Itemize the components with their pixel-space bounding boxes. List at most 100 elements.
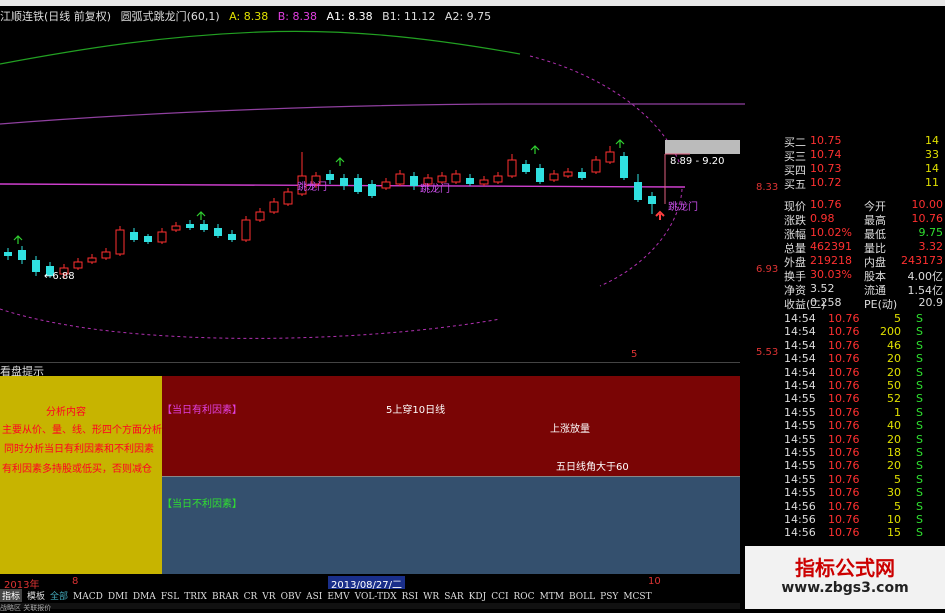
indicator-tab[interactable]: RSI [402, 592, 419, 602]
favorable-header: 【当日有利因素】 [162, 405, 242, 416]
indicator-tab[interactable]: CCI [491, 592, 508, 602]
quote-cell: 9.75 [918, 226, 944, 239]
quote-cell: 10.76 [828, 432, 860, 446]
quote-cell: S [916, 325, 923, 339]
candle-body [563, 171, 573, 177]
quote-cell: S [916, 432, 923, 446]
quote-cell: 14:56 [784, 526, 816, 540]
candle-body [395, 173, 405, 185]
candle-body [186, 224, 194, 228]
indicator-tab[interactable]: TRIX [184, 592, 207, 602]
quote-cell: 10.72 [810, 176, 842, 189]
tick-row: 14:56 10.76 15 S [780, 526, 945, 539]
up-arrow-icon [335, 157, 345, 166]
arc-bottom [0, 308, 501, 339]
quote-cell: 20 [887, 432, 901, 446]
quote-cell: 20 [887, 352, 901, 366]
indicator-tab[interactable]: 指标 [0, 589, 23, 602]
indicator-tab[interactable]: WR [423, 592, 439, 602]
indicator-tab[interactable]: CR [244, 592, 258, 602]
quote-cell: 10.76 [828, 419, 860, 433]
indicator-tab[interactable]: ASI [306, 592, 322, 602]
indicator-tab[interactable]: BOLL [569, 592, 595, 602]
quote-panel: 买二 10.75 14 买三 10.74 33 买四 10.73 14 买五 10.72 11 现价 10… [780, 134, 945, 556]
watermark: 指标公式网 www.zbgs3.com [745, 546, 945, 609]
quote-cell: S [916, 405, 923, 419]
candlestick-chart[interactable] [0, 24, 745, 362]
quote-cell: 14:56 [784, 499, 816, 513]
quote-cell: S [916, 338, 923, 352]
chart-header: 江顺连铁(日线 前复权) 圆弧式跳龙门(60,1) A: 8.38 B: 8.3… [0, 8, 740, 24]
tick-row: 14:55 10.76 18 S [780, 446, 945, 459]
tick-row: 14:54 10.76 50 S [780, 379, 945, 392]
arc-right [599, 188, 683, 287]
quote-cell: 14:54 [784, 365, 816, 379]
indicator-tab[interactable]: MCST [623, 592, 651, 602]
indicator-tab[interactable]: VR [262, 592, 275, 602]
quote-cell: S [916, 459, 923, 473]
candle-body [620, 156, 628, 178]
quote-cell: 10.76 [828, 499, 860, 513]
candle-body [255, 211, 265, 221]
up-arrow-icon [196, 211, 206, 220]
indicator-tab[interactable]: DMI [108, 592, 128, 602]
candle-body [549, 173, 559, 181]
indicator-tab[interactable]: MACD [73, 592, 103, 602]
candle-body [381, 181, 391, 189]
quote-cell: 52 [887, 392, 901, 406]
indicator-tab[interactable]: BRAR [212, 592, 239, 602]
candle-body [157, 231, 167, 243]
indicator-tab[interactable]: OBV [281, 592, 302, 602]
quote-cell: 15 [887, 526, 901, 540]
value-a: A: 8.38 [229, 10, 269, 23]
indicator-tab[interactable]: FSL [161, 592, 179, 602]
quote-cell: 10.76 [828, 392, 860, 406]
buy-arrow-icon [655, 210, 665, 220]
quote-cell: PE(动) [864, 298, 898, 311]
quote-cell: S [916, 365, 923, 379]
indicator-name[interactable]: 圆弧式跳龙门(60,1) [121, 10, 220, 23]
quote-cell: 14:55 [784, 432, 816, 446]
indicator-tab[interactable]: KDJ [469, 592, 487, 602]
tick-row: 14:55 10.76 52 S [780, 392, 945, 405]
indicator-tab[interactable]: VOL-TDX [355, 592, 397, 602]
favorable-item: 5上穿10日线 [386, 405, 446, 416]
indicator-tab[interactable]: EMV [327, 592, 349, 602]
analysis-box: 分析内容 主要从价、量、线、形四个方面分析 同时分析当日有利因素和不利因素 有利… [0, 376, 162, 574]
candle-body [437, 175, 447, 183]
candle-body [46, 266, 54, 276]
candle-body [423, 177, 433, 185]
tick-row: 14:55 10.76 1 S [780, 406, 945, 419]
candle-body [297, 175, 307, 195]
hint-panel: 分析内容 主要从价、量、线、形四个方面分析 同时分析当日有利因素和不利因素 有利… [0, 376, 740, 574]
quote-cell: 10.76 [828, 325, 860, 339]
quote-cell: 10.75 [810, 134, 842, 147]
quote-cell: 0.98 [810, 212, 835, 225]
quote-cell: 5 [894, 499, 901, 513]
quote-cell: 30.03% [810, 268, 852, 281]
candle-body [144, 236, 152, 242]
quote-cell: 10.74 [810, 148, 842, 161]
indicator-tab[interactable]: PSY [600, 592, 618, 602]
quote-cell: 5 [894, 472, 901, 486]
indicator-tab[interactable]: DMA [133, 592, 156, 602]
indicator-tab[interactable]: 全部 [50, 589, 68, 602]
ma-line-green [0, 30, 521, 65]
quote-cell: 14:56 [784, 513, 816, 526]
candle-body [171, 225, 181, 231]
candle-body [269, 201, 279, 213]
quote-cell: 10.02% [810, 226, 852, 239]
indicator-tab[interactable]: ROC [514, 592, 535, 602]
tick-row: 14:56 10.76 5 S [780, 500, 945, 513]
indicator-tab[interactable]: SAR [444, 592, 463, 602]
quote-cell: 10.76 [828, 365, 860, 379]
indicator-tab[interactable]: 模板 [27, 589, 45, 602]
tick-row: 14:55 10.76 30 S [780, 486, 945, 499]
stat-row: 总量 462391 量比 3.32 [780, 240, 945, 255]
candle-body [87, 257, 97, 263]
stat-row: 涨跌 0.98 最高 10.76 [780, 212, 945, 227]
indicator-tab[interactable]: MTM [540, 592, 564, 602]
tick-row: 14:56 10.76 10 S [780, 513, 945, 526]
price-axis-label: 8.33 [756, 182, 779, 193]
candle-body [451, 173, 461, 183]
